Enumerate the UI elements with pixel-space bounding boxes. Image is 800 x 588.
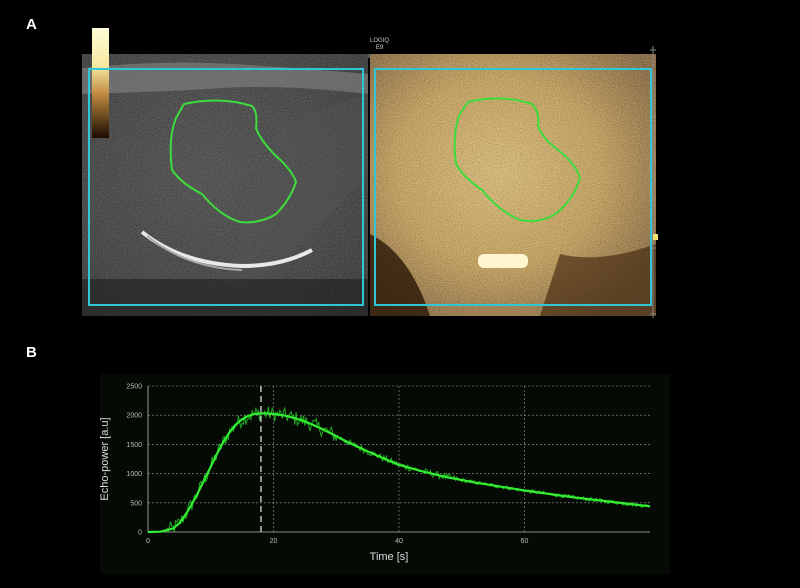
time-intensity-chart: 0 500 1000 1500 2000 2500 0 20 40 60 Echo-power […	[100, 374, 670, 574]
x-tick-label: 60	[521, 538, 529, 545]
chart-grid	[148, 385, 650, 532]
raw-echo-signal	[166, 406, 650, 534]
tumor-contour-left	[169, 99, 298, 224]
panel-label-b: B	[26, 344, 37, 361]
tumor-contours	[169, 97, 582, 224]
y-tick-label: 1500	[126, 442, 142, 449]
x-tick-label: 0	[146, 538, 150, 545]
y-tick-label: 1000	[126, 471, 142, 478]
tick-labels: 0 500 1000 1500 2000 2500 0 20 40 60	[126, 384, 528, 546]
ultrasound-panel: LOGIQ E9	[80, 28, 664, 322]
tumor-contour-right	[453, 97, 582, 222]
x-axis-label: Time [s]	[370, 551, 409, 563]
y-axis-label: Echo-power [a.u]	[100, 417, 111, 500]
panel-label-a: A	[26, 16, 37, 33]
x-tick-label: 20	[270, 538, 278, 545]
x-tick-label: 40	[395, 538, 403, 545]
y-tick-label: 500	[130, 500, 142, 507]
y-tick-label: 2500	[126, 384, 142, 391]
y-tick-label: 0	[138, 530, 142, 537]
y-tick-label: 2000	[126, 413, 142, 420]
